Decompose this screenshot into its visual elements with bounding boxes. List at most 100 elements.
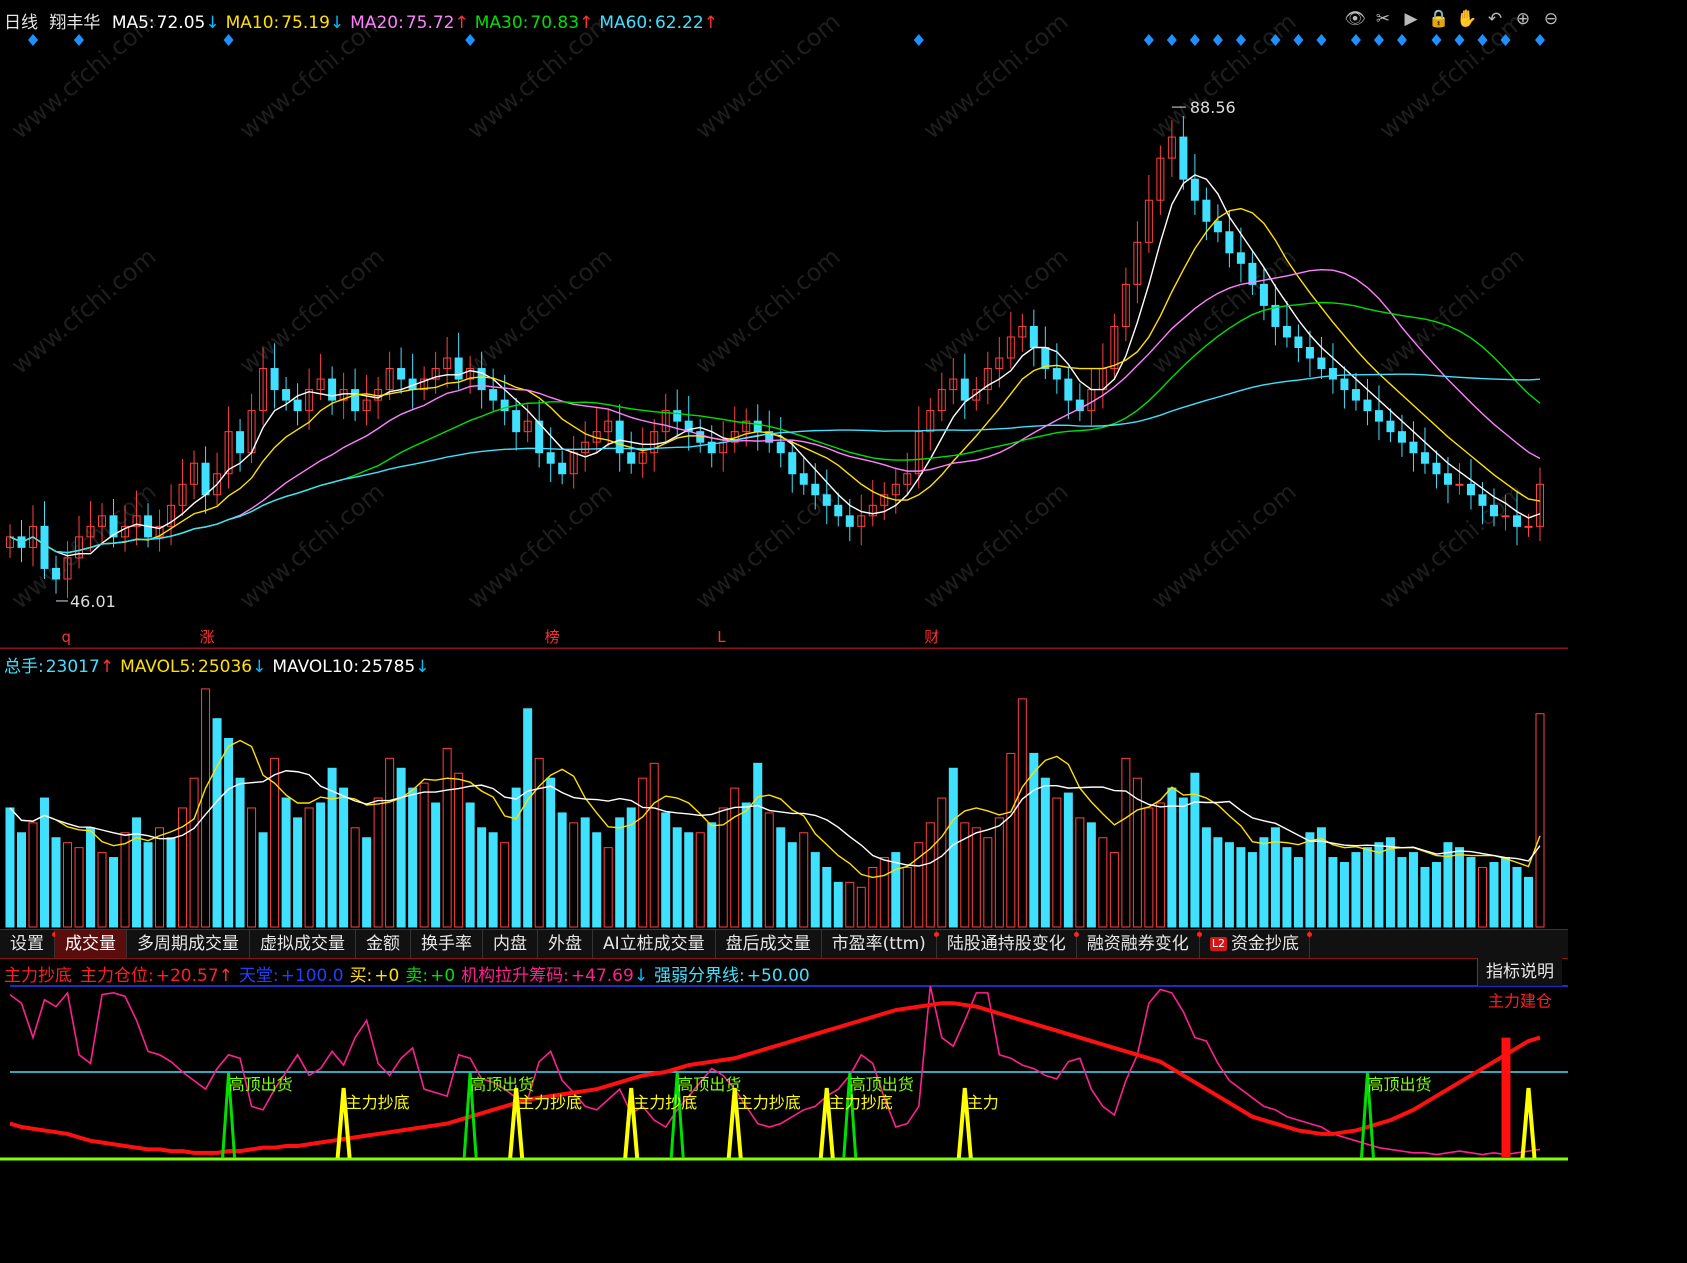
signal-diamond: [1396, 34, 1407, 46]
volume-chart-panel[interactable]: 总手: 23017↑ MAVOL5: 25036↓ MAVOL10: 25785↓: [0, 649, 1568, 930]
volume-bar: [1040, 777, 1050, 928]
vol-legend-item: MAVOL5: 25036↓: [120, 657, 266, 677]
candle-body: [1236, 252, 1245, 264]
volume-bar: [189, 777, 199, 928]
volume-bar: [833, 881, 843, 928]
volume-bar: [1155, 802, 1165, 928]
volume-bar: [971, 827, 981, 928]
candle-body: [1501, 515, 1510, 518]
volume-bar: [695, 832, 705, 928]
candle-body: [546, 452, 555, 464]
tab-8[interactable]: AI立桩成交量: [593, 930, 716, 958]
tab-label: 陆股通持股变化: [946, 934, 1066, 954]
tab-label: 换手率: [421, 934, 472, 954]
ma-legend-value: 75.19: [281, 13, 330, 33]
candle-body: [351, 389, 360, 412]
ind-legend-label: 买:: [349, 966, 373, 986]
tab-3[interactable]: 虚拟成交量: [250, 930, 356, 958]
candle-body: [454, 357, 463, 380]
tab-6[interactable]: 内盘: [483, 930, 538, 958]
signal-diamond: [1350, 34, 1361, 46]
indicator-chart[interactable]: 高顶出货 高顶出货 高顶出货 高顶出货 高顶出货主力抄底 主力抄底 主力抄底 主力抄底 主力抄底…: [0, 958, 1568, 1174]
ma-legend-label: MA30:: [474, 13, 529, 33]
volume-bar: [454, 772, 464, 928]
volume-bar: [615, 817, 625, 928]
volume-bar: [235, 777, 245, 928]
volume-bar: [1500, 857, 1510, 928]
candle-body: [788, 452, 797, 475]
stock-name: 翔丰华: [49, 13, 101, 33]
volume-bar: [1477, 866, 1487, 928]
play-icon[interactable]: ▶: [1400, 8, 1422, 30]
tab-0[interactable]: 设置: [0, 930, 57, 958]
top-signal-label: 高顶出货: [229, 1075, 293, 1094]
candle-body: [1386, 420, 1395, 433]
zoom-in-icon[interactable]: ⊕: [1512, 8, 1534, 30]
notification-dot: [1306, 932, 1312, 937]
tab-10[interactable]: 市盈率(ttm): [822, 930, 939, 958]
volume-bar: [1052, 797, 1062, 928]
volume-bar: [603, 847, 613, 928]
candle-body: [1512, 515, 1521, 527]
candle-body: [397, 368, 406, 380]
tab-11[interactable]: 陆股通持股变化: [937, 930, 1079, 958]
tab-5[interactable]: 换手率: [411, 930, 483, 958]
bottom-signal-label: 主力抄底: [633, 1093, 697, 1112]
indicator-panel[interactable]: 高顶出货 高顶出货 高顶出货 高顶出货 高顶出货 主力抄底 主力抄底 主力抄底 主力抄底 主力抄底…: [0, 958, 1568, 1174]
volume-bar: [281, 797, 291, 928]
zoom-out-icon[interactable]: ⊖: [1540, 8, 1562, 30]
candle-body: [1213, 220, 1222, 233]
signal-diamond: [28, 34, 39, 46]
volume-bar: [1431, 862, 1441, 928]
watermark: www.cfchi.com: [1146, 477, 1302, 614]
undo-icon[interactable]: ↶: [1484, 8, 1506, 30]
candle-body: [1317, 357, 1326, 370]
tab-13[interactable]: L2 资金抄底: [1200, 930, 1312, 958]
candle-body: [328, 378, 337, 401]
ind-legend-item: 机构拉升筹码: +47.69↓: [461, 966, 648, 986]
tab-label: 成交量: [65, 934, 116, 954]
build-bar: [1501, 1037, 1511, 1158]
eye-icon[interactable]: 👁: [1344, 8, 1366, 30]
bottom-signal-label: 主力抄底: [346, 1093, 410, 1112]
tab-1[interactable]: 成交量: [55, 930, 127, 958]
ma-legend-value: 72.05: [156, 13, 206, 33]
candle-body: [1328, 368, 1337, 380]
volume-bar: [350, 827, 360, 928]
volume-bar: [1454, 847, 1464, 928]
candle-body: [1455, 483, 1464, 486]
volume-bar: [385, 757, 395, 928]
candle-body: [1225, 231, 1234, 254]
candle-body: [1351, 389, 1360, 401]
tab-4[interactable]: 金额: [356, 930, 411, 958]
volume-bar: [937, 797, 947, 928]
vol-legend-value: 25036: [198, 657, 253, 677]
tab-7[interactable]: 外盘: [538, 930, 593, 958]
volume-bar: [419, 782, 429, 928]
volume-bar: [1098, 837, 1108, 928]
tab-2[interactable]: 多周期成交量: [127, 930, 250, 958]
volume-bar: [925, 822, 935, 928]
signal-diamond: [223, 34, 234, 46]
vol-legend-label: MAVOL10:: [272, 657, 360, 677]
indicator-help-button[interactable]: 指标说明: [1477, 958, 1562, 986]
candle-body: [1432, 462, 1441, 475]
volume-bar: [569, 822, 579, 928]
price-chart-panel[interactable]: www.cfchi.com www.cfchi.com www.cfchi.com w…: [0, 0, 1568, 649]
volume-bar: [580, 817, 590, 928]
volume-chart[interactable]: [0, 649, 1568, 929]
hand-icon[interactable]: ✋: [1456, 8, 1478, 30]
volume-bar: [1201, 827, 1211, 928]
indicator-legend: 主力抄底 主力仓位: +20.57↑ 天堂: +100.0 买: +0 卖: +0 机构拉升筹码:…: [4, 961, 816, 986]
watermark: www.cfchi.com: [918, 477, 1074, 614]
scissors-icon[interactable]: ✂: [1372, 8, 1394, 30]
volume-bar: [1523, 876, 1533, 928]
ma-legend-value: 62.22: [654, 13, 704, 33]
lock-icon[interactable]: 🔒: [1428, 8, 1450, 30]
volume-bar: [649, 762, 659, 928]
price-chart[interactable]: www.cfchi.com www.cfchi.com www.cfchi.com w…: [0, 0, 1568, 649]
tab-12[interactable]: 融资融券变化: [1077, 930, 1202, 958]
volume-bar: [143, 842, 153, 928]
tab-9[interactable]: 盘后成交量: [716, 930, 822, 958]
signal-diamond: [1454, 34, 1465, 46]
